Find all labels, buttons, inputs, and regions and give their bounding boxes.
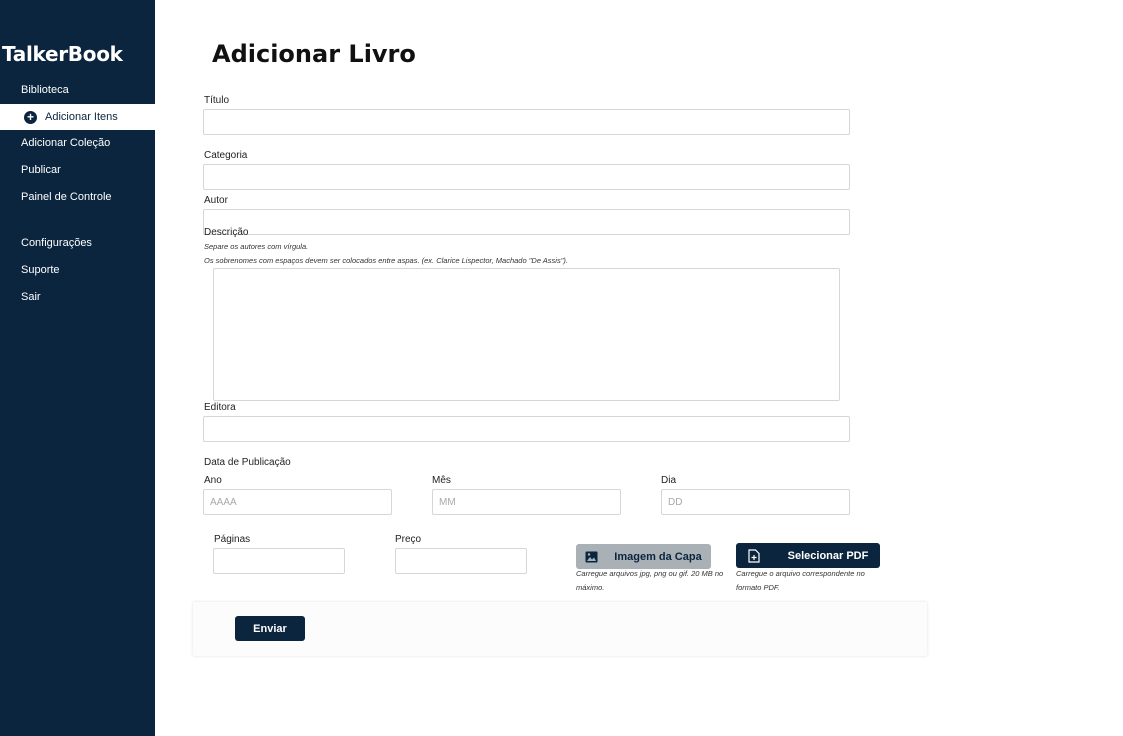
preco-input[interactable]	[395, 548, 527, 574]
sidebar-item-painel-de-controle[interactable]: Painel de Controle	[0, 184, 155, 210]
autor-input[interactable]	[203, 209, 850, 235]
image-icon	[585, 551, 606, 563]
preco-label: Preço	[395, 534, 422, 545]
editora-label: Editora	[204, 402, 236, 413]
ano-input[interactable]	[203, 489, 392, 515]
categoria-input[interactable]	[203, 164, 850, 190]
imagem-capa-button[interactable]: Imagem da Capa	[576, 544, 711, 569]
sidebar-item-suporte[interactable]: Suporte	[0, 257, 155, 283]
editora-input[interactable]	[203, 416, 850, 442]
enviar-button[interactable]: Enviar	[235, 616, 305, 641]
data-publicacao-label: Data de Publicação	[204, 457, 291, 468]
titulo-label: Título	[204, 95, 230, 106]
descricao-hint-autores: Separe os autores com vírgula.	[204, 242, 309, 251]
sidebar-item-biblioteca[interactable]: Biblioteca	[0, 77, 155, 103]
selecionar-pdf-button[interactable]: Selecionar PDF	[736, 543, 880, 568]
sidebar-item-sair[interactable]: Sair	[0, 284, 155, 310]
sidebar: TalkerBook Biblioteca + Adicionar Itens …	[0, 0, 155, 736]
paginas-input[interactable]	[213, 548, 345, 574]
sidebar-item-adicionar-colecao[interactable]: Adicionar Coleção	[0, 130, 155, 156]
sidebar-item-publicar[interactable]: Publicar	[0, 157, 155, 183]
sidebar-item-adicionar-itens[interactable]: + Adicionar Itens	[0, 104, 155, 130]
categoria-label: Categoria	[204, 150, 248, 161]
file-plus-icon	[748, 548, 768, 563]
mes-input[interactable]	[432, 489, 621, 515]
imagem-capa-label: Imagem da Capa	[614, 550, 702, 563]
dia-label: Dia	[661, 475, 677, 486]
sidebar-item-label: Adicionar Itens	[45, 111, 118, 123]
paginas-label: Páginas	[214, 534, 251, 545]
selecionar-pdf-label: Selecionar PDF	[787, 549, 869, 562]
ano-label: Ano	[204, 475, 222, 486]
page-title: Adicionar Livro	[212, 40, 416, 68]
mes-label: Mês	[432, 475, 451, 486]
dia-input[interactable]	[661, 489, 850, 515]
imagem-capa-hint: Carregue arquivos jpg, png ou gif. 20 MB…	[576, 569, 724, 592]
selecionar-pdf-hint: Carregue o arquivo correspondente no for…	[736, 569, 865, 592]
descricao-hint-sobrenomes: Os sobrenomes com espaços devem ser colo…	[204, 256, 568, 265]
brand-logo: TalkerBook	[2, 42, 123, 66]
autor-label: Autor	[204, 195, 228, 206]
titulo-input[interactable]	[203, 109, 850, 135]
sidebar-item-configuracoes[interactable]: Configurações	[0, 230, 155, 256]
descricao-label: Descrição	[204, 227, 249, 238]
descricao-textarea[interactable]	[213, 268, 840, 401]
plus-circle-icon: +	[24, 110, 37, 124]
